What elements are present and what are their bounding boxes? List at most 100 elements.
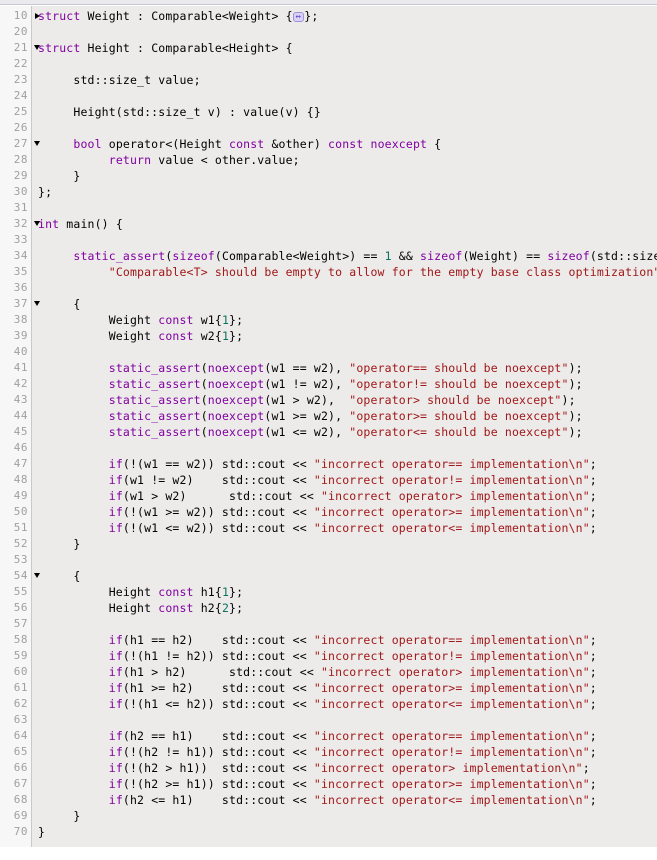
code-line[interactable]: if(h1 >= h2) std::cout << "incorrect ope… [38,680,657,696]
line-number[interactable]: 70 [0,824,31,840]
line-number[interactable]: 42 [0,376,31,392]
line-number[interactable]: 56 [0,600,31,616]
code-line[interactable]: bool operator<(Height const &other) cons… [38,136,657,152]
code-line[interactable]: Weight const w2{1}; [38,328,657,344]
fold-expanded-arrow-icon[interactable] [34,573,40,578]
code-line[interactable] [38,200,657,216]
code-line[interactable] [38,56,657,72]
code-line[interactable]: static_assert(sizeof(Comparable<Weight>)… [38,248,657,264]
line-number[interactable]: 24 [0,88,31,104]
code-line[interactable]: if(!(h2 >= h1)) std::cout << "incorrect … [38,776,657,792]
line-number[interactable]: 61 [0,680,31,696]
code-line[interactable] [38,344,657,360]
code-line[interactable]: Height(std::size_t v) : value(v) {} [38,104,657,120]
line-number[interactable]: 54 [0,568,40,584]
code-line[interactable] [38,120,657,136]
line-number[interactable]: 53 [0,552,31,568]
line-number[interactable]: 32 [0,216,40,232]
code-line[interactable] [38,616,657,632]
code-line[interactable]: }; [38,184,657,200]
line-number[interactable]: 26 [0,120,31,136]
code-line[interactable]: { [38,568,657,584]
code-line[interactable]: return value < other.value; [38,152,657,168]
line-number[interactable]: 48 [0,472,31,488]
code-line[interactable]: } [38,824,657,840]
line-number[interactable]: 67 [0,776,31,792]
code-line[interactable]: if(!(w1 <= w2)) std::cout << "incorrect … [38,520,657,536]
line-number[interactable]: 65 [0,744,31,760]
code-line[interactable]: static_assert(noexcept(w1 <= w2), "opera… [38,424,657,440]
line-number[interactable]: 31 [0,200,31,216]
code-line[interactable]: { [38,296,657,312]
code-line[interactable]: int main() { [38,216,657,232]
line-number[interactable]: 51 [0,520,31,536]
line-number[interactable]: 46 [0,440,31,456]
line-number[interactable]: 69 [0,808,31,824]
code-text-area[interactable]: struct Weight : Comparable<Weight> {↔}; … [32,6,657,847]
fold-expanded-arrow-icon[interactable] [34,141,40,146]
line-number[interactable]: 29 [0,168,31,184]
line-number[interactable]: 25 [0,104,31,120]
line-number[interactable]: 66 [0,760,31,776]
line-number-gutter[interactable]: 10 20 21 22 23 24 25 26 27 28 29 30 31 32 33 34 35 36 37 38… [0,6,40,847]
line-number[interactable]: 60 [0,664,31,680]
code-line[interactable]: if(!(w1 == w2)) std::cout << "incorrect … [38,456,657,472]
line-number[interactable]: 68 [0,792,31,808]
folded-region-chip-icon[interactable]: ↔ [292,12,305,22]
line-number[interactable]: 49 [0,488,31,504]
code-line[interactable]: if(!(h2 > h1)) std::cout << "incorrect o… [38,760,657,776]
line-number[interactable]: 20 [0,24,31,40]
code-line[interactable]: } [38,168,657,184]
line-number[interactable]: 28 [0,152,31,168]
code-line[interactable]: static_assert(noexcept(w1 >= w2), "opera… [38,408,657,424]
line-number[interactable]: 59 [0,648,31,664]
line-number[interactable]: 30 [0,184,31,200]
line-number[interactable]: 33 [0,232,31,248]
line-number[interactable]: 64 [0,728,31,744]
line-number[interactable]: 63 [0,712,31,728]
code-line[interactable]: static_assert(noexcept(w1 != w2), "opera… [38,376,657,392]
code-line[interactable]: if(!(h2 != h1)) std::cout << "incorrect … [38,744,657,760]
code-line[interactable] [38,24,657,40]
line-number[interactable]: 36 [0,280,31,296]
line-number[interactable]: 37 [0,296,40,312]
line-number[interactable]: 44 [0,408,31,424]
code-line[interactable]: Height const h2{2}; [38,600,657,616]
fold-expanded-arrow-icon[interactable] [34,301,40,306]
line-number[interactable]: 55 [0,584,31,600]
line-number[interactable]: 10 [0,8,40,24]
code-line[interactable]: if(w1 > w2) std::cout << "incorrect oper… [38,488,657,504]
line-number[interactable]: 35 [0,264,31,280]
line-number[interactable]: 58 [0,632,31,648]
code-line[interactable] [38,552,657,568]
code-line[interactable]: if(h2 == h1) std::cout << "incorrect ope… [38,728,657,744]
code-line[interactable] [38,232,657,248]
code-line[interactable]: if(!(h1 != h2)) std::cout << "incorrect … [38,648,657,664]
code-line[interactable]: static_assert(noexcept(w1 == w2), "opera… [38,360,657,376]
code-line[interactable]: if(w1 != w2) std::cout << "incorrect ope… [38,472,657,488]
line-number[interactable]: 52 [0,536,31,552]
line-number[interactable]: 45 [0,424,31,440]
line-number[interactable]: 57 [0,616,31,632]
code-pane[interactable]: 10 20 21 22 23 24 25 26 27 28 29 30 31 32 33 34 35 36 37 38… [0,6,657,847]
code-line[interactable]: } [38,536,657,552]
code-line[interactable]: if(h1 > h2) std::cout << "incorrect oper… [38,664,657,680]
code-line[interactable] [38,280,657,296]
line-number[interactable]: 21 [0,40,40,56]
line-number[interactable]: 27 [0,136,40,152]
line-number[interactable]: 50 [0,504,31,520]
code-line[interactable]: Weight const w1{1}; [38,312,657,328]
code-line[interactable]: struct Weight : Comparable<Weight> {↔}; [38,8,657,24]
code-line[interactable]: static_assert(noexcept(w1 > w2), "operat… [38,392,657,408]
fold-collapsed-arrow-icon[interactable] [35,13,40,19]
fold-expanded-arrow-icon[interactable] [34,221,40,226]
code-line[interactable]: if(h2 <= h1) std::cout << "incorrect ope… [38,792,657,808]
code-line[interactable]: } [38,808,657,824]
fold-expanded-arrow-icon[interactable] [34,45,40,50]
code-line[interactable]: if(!(w1 >= w2)) std::cout << "incorrect … [38,504,657,520]
line-number[interactable]: 40 [0,344,31,360]
code-line[interactable]: Height const h1{1}; [38,584,657,600]
code-line[interactable]: std::size_t value; [38,72,657,88]
code-line[interactable]: struct Height : Comparable<Height> { [38,40,657,56]
code-line[interactable]: if(h1 == h2) std::cout << "incorrect ope… [38,632,657,648]
